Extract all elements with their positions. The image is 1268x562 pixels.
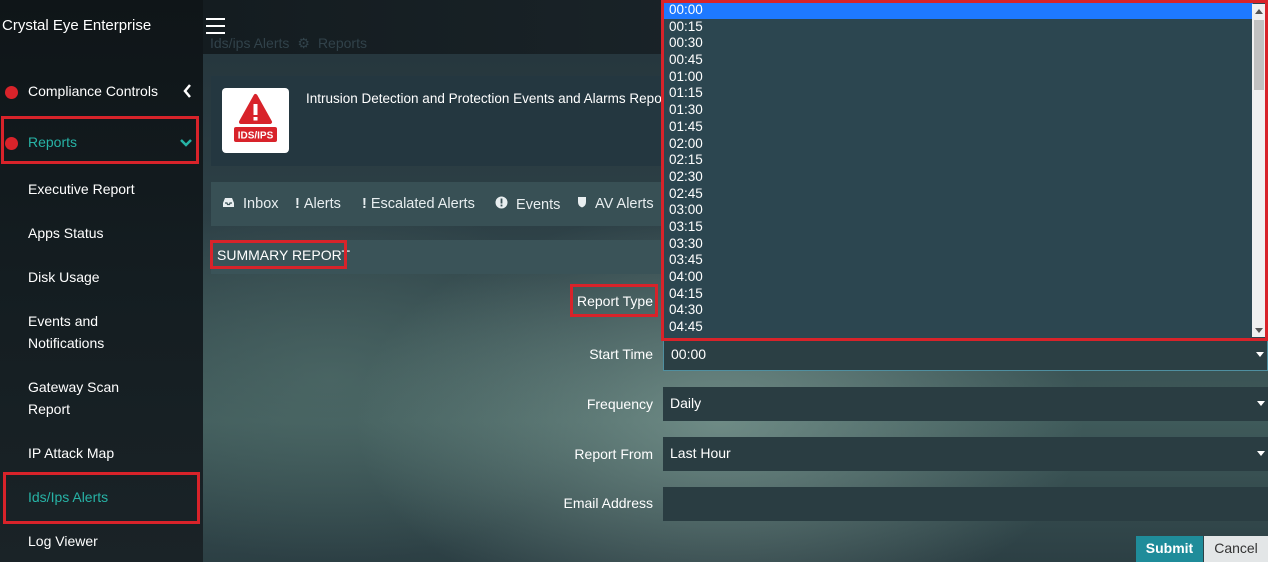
tab-label: AV Alerts [595, 196, 654, 212]
dropdown-option[interactable]: 03:00 [663, 202, 1253, 219]
dropdown-option[interactable]: 00:00 [663, 2, 1253, 19]
email-label: Email Address [563, 495, 653, 511]
report-from-value: Last Hour [670, 445, 731, 461]
report-from-label: Report From [574, 446, 653, 462]
start-time-select[interactable]: 00:00 [663, 337, 1268, 371]
caret-down-icon [1256, 352, 1264, 357]
dropdown-option[interactable]: 01:45 [663, 119, 1253, 136]
scroll-up-icon[interactable] [1255, 9, 1263, 14]
sidebar-item-ip-attack-map[interactable]: IP Attack Map [28, 442, 198, 464]
caret-down-icon [1257, 401, 1265, 406]
exclamation-icon: ! [362, 196, 367, 212]
sidebar-item-executive-report[interactable]: Executive Report [28, 178, 198, 200]
frequency-select[interactable]: Daily [663, 387, 1268, 421]
tab-label: Escalated Alerts [370, 196, 475, 212]
tab-escalated-alerts[interactable]: ! Escalated Alerts [362, 196, 475, 212]
breadcrumb-item[interactable]: Reports [318, 35, 367, 51]
breadcrumb-item[interactable]: Ids/ips Alerts [210, 35, 289, 51]
dropdown-option[interactable]: 02:00 [663, 136, 1253, 153]
dropdown-option[interactable]: 03:45 [663, 252, 1253, 269]
start-time-label: Start Time [589, 346, 653, 362]
submit-button[interactable]: Submit [1136, 536, 1203, 562]
dropdown-options: 00:00 00:15 00:30 00:45 01:00 01:15 01:30 01:45… [663, 2, 1253, 336]
gear-icon: ⚙ [297, 35, 310, 51]
report-type-label: Report Type [576, 293, 653, 309]
dropdown-option[interactable]: 00:45 [663, 52, 1253, 69]
dropdown-option[interactable]: 01:15 [663, 85, 1253, 102]
exclamation-circle-icon [495, 196, 512, 213]
sidebar-item-ids-ips-alerts[interactable]: Ids/Ips Alerts [28, 486, 198, 508]
frequency-label: Frequency [586, 396, 653, 412]
tab-label: Inbox [243, 196, 279, 212]
scrollbar-thumb[interactable] [1254, 20, 1264, 90]
dropdown-scrollbar[interactable] [1252, 4, 1266, 337]
frequency-value: Daily [670, 395, 702, 411]
dropdown-option[interactable]: 03:15 [663, 219, 1253, 236]
hamburger-menu-icon[interactable] [206, 18, 225, 34]
shield-icon [577, 196, 591, 212]
dropdown-option[interactable]: 04:45 [663, 319, 1253, 336]
dropdown-option[interactable]: 04:30 [663, 302, 1253, 319]
tab-av-alerts[interactable]: AV Alerts [577, 196, 654, 212]
start-time-value: 00:00 [671, 346, 707, 362]
ids-ips-logo: IDS/IPS [222, 88, 289, 153]
dropdown-option[interactable]: 00:15 [663, 19, 1253, 36]
sidebar-item-reports[interactable]: Reports [0, 134, 203, 154]
sidebar-item-gateway-scan-report[interactable]: Gateway Scan Report [28, 376, 138, 420]
sidebar-item-apps-status[interactable]: Apps Status [28, 222, 198, 244]
chevron-left-icon [182, 83, 192, 102]
scroll-down-icon[interactable] [1255, 328, 1263, 333]
brand-title: Crystal Eye Enterprise [2, 17, 152, 34]
tab-label: Alerts [303, 196, 341, 212]
dropdown-option[interactable]: 04:15 [663, 286, 1253, 303]
sidebar-item-disk-usage[interactable]: Disk Usage [28, 266, 198, 288]
dropdown-option[interactable]: 02:45 [663, 186, 1253, 203]
cancel-button[interactable]: Cancel [1204, 536, 1268, 562]
logo-text: IDS/IPS [238, 131, 274, 142]
report-from-select[interactable]: Last Hour [663, 437, 1268, 471]
reports-icon [5, 137, 18, 150]
chevron-down-icon [179, 136, 193, 152]
summary-report-label: SUMMARY REPORT [217, 247, 351, 263]
email-input[interactable] [663, 487, 1268, 521]
sidebar-item-label: Reports [28, 134, 78, 150]
caret-down-icon [1257, 451, 1265, 456]
tab-label: Events [516, 197, 561, 213]
inbox-icon [222, 196, 239, 212]
exclamation-icon: ! [295, 196, 300, 212]
sidebar-item-label: Compliance Controls [28, 83, 158, 99]
dropdown-option[interactable]: 02:15 [663, 152, 1253, 169]
dropdown-option[interactable]: 02:30 [663, 169, 1253, 186]
breadcrumb: Ids/ips Alerts ⚙ Reports [210, 35, 367, 52]
page-title: Intrusion Detection and Protection Event… [306, 91, 670, 106]
dropdown-option[interactable]: 04:00 [663, 269, 1253, 286]
dropdown-option[interactable]: 01:30 [663, 102, 1253, 119]
sidebar-item-events-notifications[interactable]: Events and Notifications [28, 310, 138, 354]
start-time-dropdown-list[interactable]: 00:00 00:15 00:30 00:45 01:00 01:15 01:30 01:45… [663, 2, 1268, 338]
dropdown-option[interactable]: 00:30 [663, 35, 1253, 52]
compliance-icon [5, 86, 18, 99]
dropdown-option[interactable]: 01:00 [663, 69, 1253, 86]
sidebar-item-log-viewer[interactable]: Log Viewer [28, 530, 198, 552]
tab-events[interactable]: Events [495, 196, 560, 213]
tab-inbox[interactable]: Inbox [222, 196, 279, 212]
sidebar-item-compliance-controls[interactable]: Compliance Controls [0, 83, 203, 103]
dropdown-option[interactable]: 03:30 [663, 236, 1253, 253]
tab-alerts[interactable]: ! Alerts [295, 196, 341, 212]
